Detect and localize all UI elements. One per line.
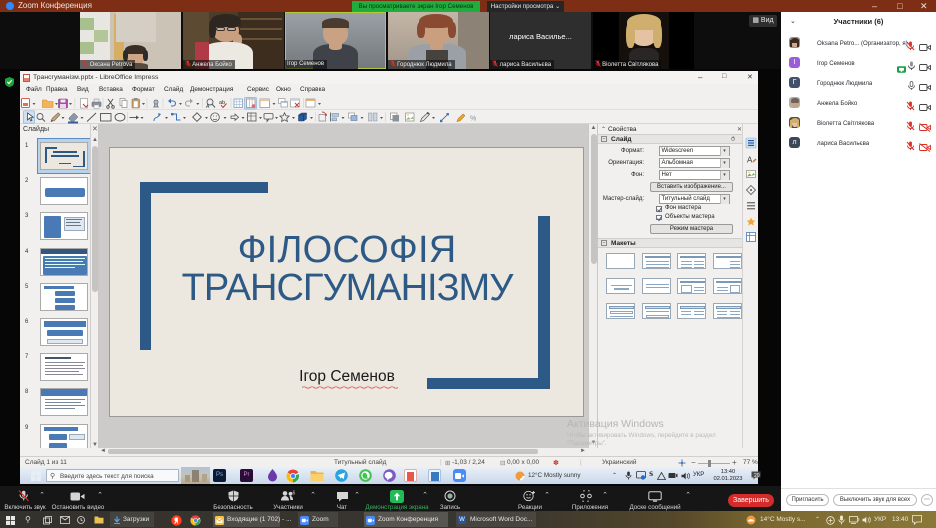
svg-text:%: % [470,116,476,123]
svg-text:6: 6 [293,491,296,497]
svg-text:20: 20 [754,473,760,479]
svg-text:A: A [747,155,753,164]
svg-text:ab: ab [219,100,225,106]
